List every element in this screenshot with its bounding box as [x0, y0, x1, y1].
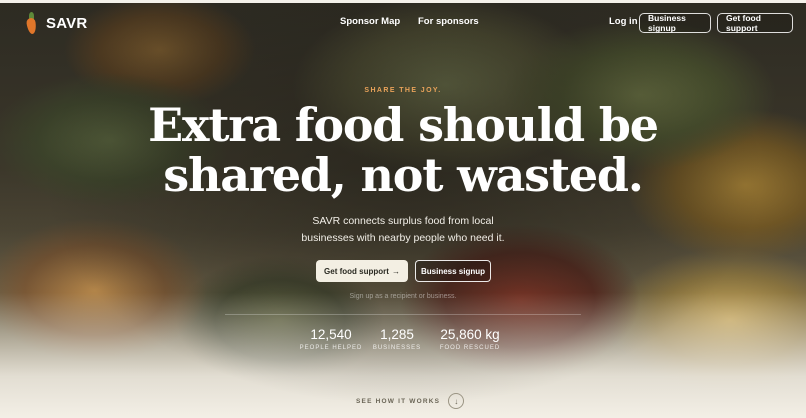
see-how-it-works-link[interactable]: SEE HOW IT WORKS ↓	[356, 393, 465, 409]
stat-businesses: 1,285 BUSINESSES	[372, 327, 422, 351]
nav-link-sponsor-map[interactable]: Sponsor Map	[340, 16, 400, 27]
stat-label: PEOPLE HELPED	[299, 345, 363, 351]
arrow-down-icon: ↓	[448, 393, 465, 409]
stat-value: 1,285	[380, 327, 414, 342]
business-signup-button[interactable]: Business signup	[639, 13, 711, 33]
signup-hint: Sign up as a recipient or business.	[349, 293, 457, 300]
cta-business-signup-button[interactable]: Business signup	[415, 260, 491, 282]
carrot-icon	[24, 12, 38, 35]
headline-line-1: Extra food should be	[148, 98, 659, 152]
hero-overlay	[0, 0, 806, 418]
subtitle-line-1: SAVR connects surplus food from local	[312, 215, 494, 227]
stat-value: 12,540	[310, 327, 352, 342]
stat-label: BUSINESSES	[372, 345, 422, 351]
page-title: Extra food should be shared, not wasted.	[0, 100, 806, 200]
brand-name: SAVR	[46, 14, 88, 32]
stat-label: FOOD RESCUED	[439, 345, 501, 351]
cta-get-food-support-button[interactable]: Get food support →	[316, 260, 408, 282]
cta-primary-label: Get food support	[324, 266, 389, 276]
stat-value: 25,860 kg	[440, 327, 500, 342]
subtitle-line-2: businesses with nearby people who need i…	[301, 232, 505, 244]
get-food-support-button[interactable]: Get food support	[717, 13, 793, 33]
arrow-right-icon: →	[391, 266, 400, 276]
top-nav: SAVR Sponsor Map For sponsors Log in Bus…	[0, 10, 806, 36]
hero-subtitle: SAVR connects surplus food from local bu…	[0, 213, 806, 247]
stat-people-helped: 12,540 PEOPLE HELPED	[298, 327, 364, 351]
eyebrow-text: SHARE THE JOY.	[364, 87, 442, 94]
login-link[interactable]: Log in	[609, 16, 638, 27]
headline-line-2: shared, not wasted.	[163, 148, 644, 202]
top-strip	[0, 0, 806, 3]
logo[interactable]: SAVR	[24, 12, 88, 35]
see-how-it-works-label: SEE HOW IT WORKS	[356, 397, 441, 405]
stat-food-rescued: 25,860 kg FOOD RESCUED	[434, 327, 506, 351]
nav-link-for-sponsors[interactable]: For sponsors	[418, 16, 479, 27]
stats-divider	[225, 314, 581, 315]
